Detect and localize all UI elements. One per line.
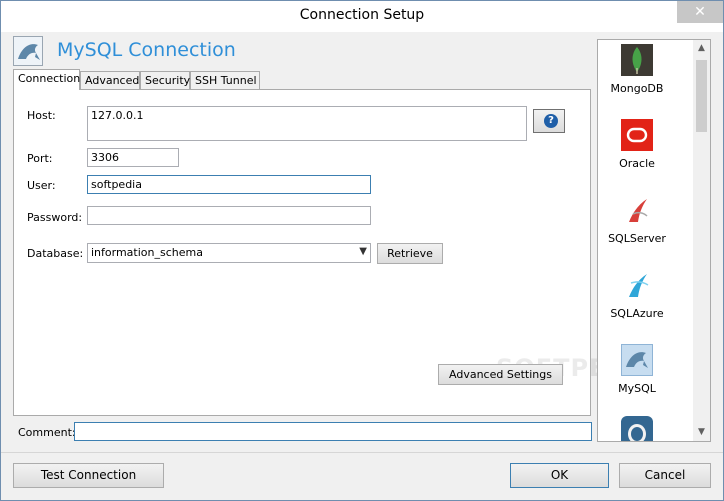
- mongodb-leaf-icon: [621, 44, 653, 76]
- password-input[interactable]: [87, 206, 371, 225]
- chevron-down-icon: ▼: [359, 246, 367, 257]
- user-input[interactable]: softpedia: [87, 175, 371, 194]
- port-label: Port:: [27, 152, 53, 165]
- port-input[interactable]: 3306: [87, 148, 179, 167]
- list-item-label: Oracle: [619, 157, 655, 170]
- window-title: Connection Setup: [299, 7, 425, 23]
- list-item-sqlazure[interactable]: SQLAzure: [598, 269, 692, 341]
- postgresql-elephant-icon: [621, 416, 653, 441]
- sqlazure-icon: [621, 269, 653, 301]
- page-title: MySQL Connection: [57, 39, 236, 61]
- list-item-postgresql[interactable]: [598, 416, 692, 441]
- tab-security[interactable]: Security: [140, 71, 190, 89]
- list-item-label: MySQL: [618, 382, 656, 395]
- host-input[interactable]: 127.0.0.1: [87, 106, 527, 141]
- sqlserver-icon: [621, 194, 653, 226]
- scroll-thumb[interactable]: [696, 60, 707, 132]
- list-item-mysql[interactable]: MySQL: [598, 344, 692, 416]
- test-connection-button[interactable]: Test Connection: [13, 463, 164, 488]
- title-bar[interactable]: Connection Setup ✕: [1, 1, 723, 32]
- host-label: Host:: [27, 109, 56, 122]
- list-item-label: SQLAzure: [610, 307, 664, 320]
- comment-input[interactable]: [74, 422, 592, 441]
- close-button[interactable]: ✕: [677, 1, 723, 23]
- help-icon: ?: [544, 114, 558, 128]
- connection-setup-window: Connection Setup ✕ MySQL Connection Conn…: [0, 0, 724, 501]
- tab-connection[interactable]: Connection: [13, 69, 80, 90]
- oracle-icon: [621, 119, 653, 151]
- list-item-label: MongoDB: [610, 82, 664, 95]
- cancel-button[interactable]: Cancel: [619, 463, 711, 488]
- retrieve-button[interactable]: Retrieve: [377, 243, 443, 264]
- database-select[interactable]: information_schema ▼: [87, 243, 371, 263]
- tab-advanced[interactable]: Advanced: [80, 71, 140, 89]
- ok-button[interactable]: OK: [510, 463, 609, 488]
- mysql-dolphin-icon: [13, 36, 43, 66]
- tab-ssh-tunnel[interactable]: SSH Tunnel: [190, 71, 260, 89]
- sidebar-scrollbar[interactable]: ▲ ▼: [693, 40, 710, 441]
- mysql-dolphin-icon: [621, 344, 653, 376]
- password-label: Password:: [27, 211, 83, 224]
- database-type-list: MongoDB Oracle SQLServer SQLAzure MySQL: [597, 39, 711, 442]
- list-item-mongodb[interactable]: MongoDB: [598, 44, 692, 116]
- list-item-label: SQLServer: [608, 232, 666, 245]
- footer-divider: [1, 452, 723, 453]
- advanced-settings-button[interactable]: Advanced Settings: [438, 364, 563, 385]
- user-label: User:: [27, 179, 56, 192]
- database-value: information_schema: [91, 246, 203, 259]
- database-label: Database:: [27, 247, 84, 260]
- list-item-sqlserver[interactable]: SQLServer: [598, 194, 692, 266]
- connection-panel: Host: 127.0.0.1 ? Port: 3306 User: softp…: [13, 89, 656, 416]
- scroll-up-icon[interactable]: ▲: [693, 40, 710, 57]
- help-button[interactable]: ?: [533, 109, 565, 133]
- comment-label: Comment:: [18, 426, 76, 439]
- scroll-down-icon[interactable]: ▼: [693, 424, 710, 441]
- list-item-oracle[interactable]: Oracle: [598, 119, 692, 191]
